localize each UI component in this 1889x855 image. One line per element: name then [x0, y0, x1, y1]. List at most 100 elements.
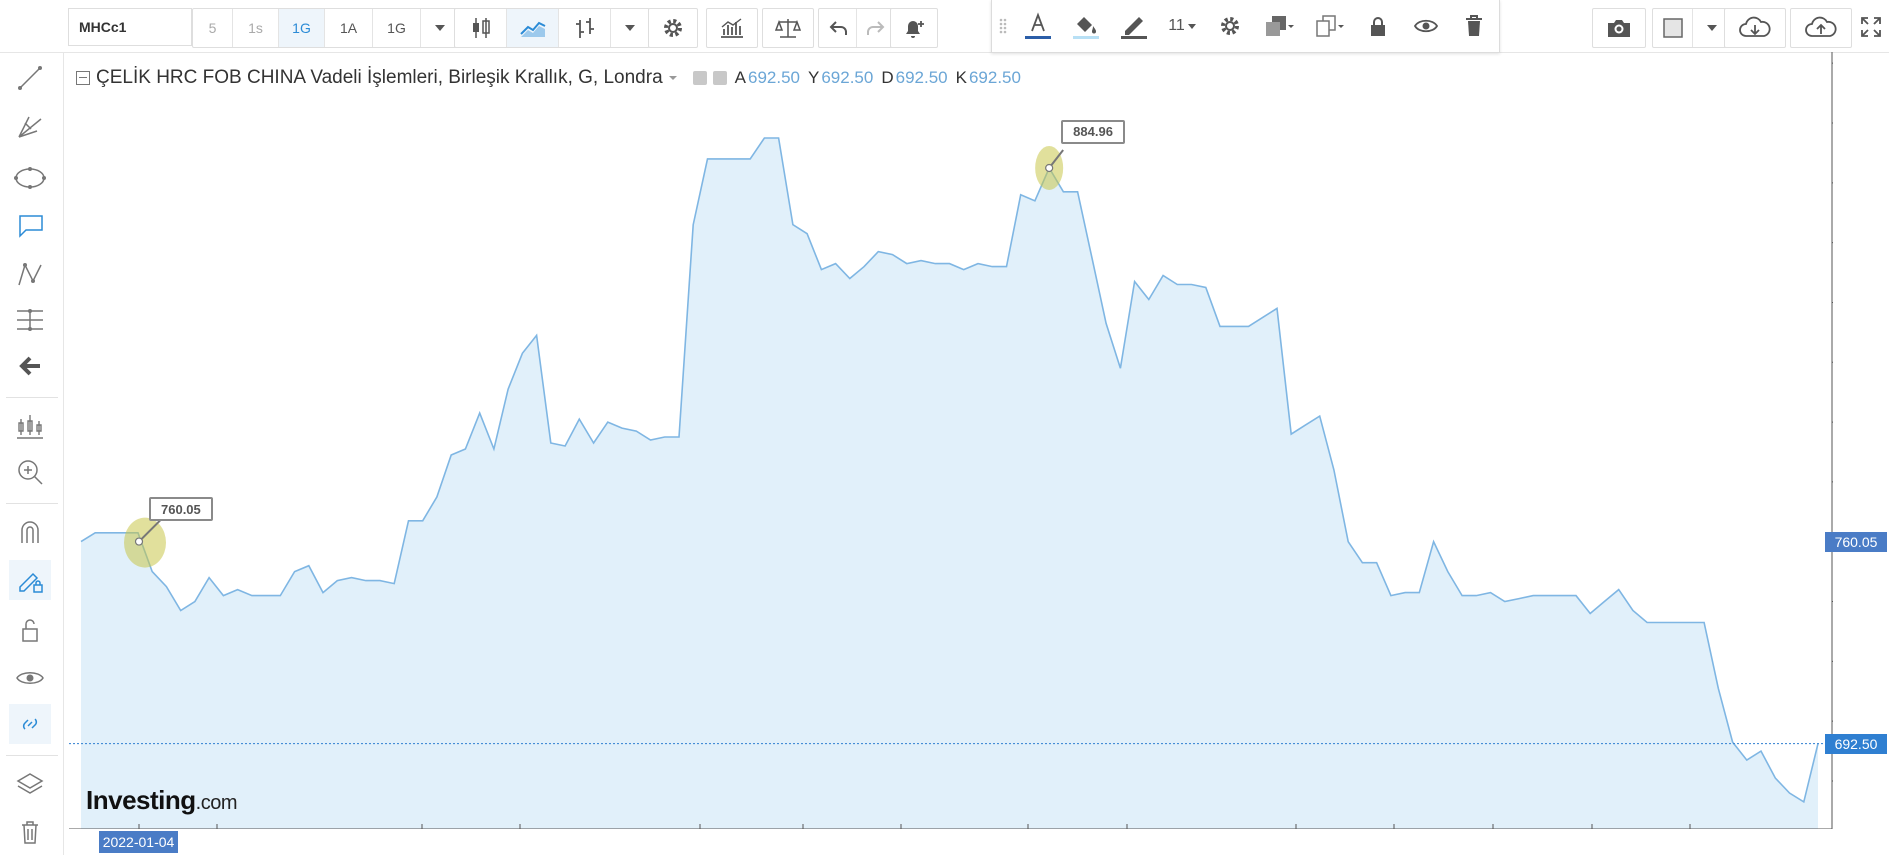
clone-drawing-button[interactable]: [1304, 1, 1354, 51]
chart-legend: ÇELİK HRC FOB CHINA Vadeli İşlemleri, Bi…: [76, 64, 1021, 92]
area-chart-icon: [519, 21, 545, 37]
history-group: [818, 8, 896, 48]
layout-button[interactable]: [1653, 9, 1693, 47]
chevron-down-icon[interactable]: [667, 74, 679, 82]
interval-1a[interactable]: 1A: [325, 9, 373, 47]
line-color-button[interactable]: [1110, 1, 1158, 51]
gear-icon: [1221, 17, 1239, 35]
chart-settings-button[interactable]: [649, 9, 697, 47]
copy-icon: [1316, 15, 1344, 37]
fill-color-button[interactable]: [1062, 1, 1110, 51]
text-color-icon: [1025, 12, 1051, 39]
zoom-in-icon[interactable]: [9, 452, 51, 492]
pattern-tool-icon[interactable]: [9, 254, 51, 294]
back-arrow-icon[interactable]: [9, 346, 51, 386]
magnet-icon[interactable]: [9, 512, 51, 552]
layout-square-icon: [1662, 18, 1683, 38]
interval-1g[interactable]: 1G: [373, 9, 421, 47]
trend-line-icon[interactable]: [9, 58, 51, 98]
bell-plus-icon: [906, 21, 924, 38]
ohlc-high-label: Y: [808, 68, 820, 87]
fullscreen-button[interactable]: [1852, 8, 1889, 46]
drawing-properties-toolbar: 11: [991, 0, 1500, 53]
area-series: [69, 137, 1832, 829]
font-size-value: 11: [1168, 17, 1185, 34]
ohlc-open-label: A: [734, 68, 746, 87]
ohlc-close-value: 692.50: [968, 68, 1021, 87]
low-marker-highlight: [124, 517, 166, 568]
lock-drawing-button[interactable]: [1354, 1, 1402, 51]
chevron-down-icon: [625, 25, 635, 31]
ellipse-shape-icon[interactable]: [9, 158, 51, 198]
low-price-callout[interactable]: 760.05: [149, 497, 213, 521]
scales-icon: [775, 19, 801, 38]
font-size-dropdown[interactable]: 11: [1158, 1, 1206, 51]
undo-button[interactable]: [819, 9, 857, 47]
drawing-settings-button[interactable]: [1206, 1, 1254, 51]
cloud-download-icon: [1739, 16, 1771, 37]
hide-drawing-button[interactable]: [1402, 1, 1450, 51]
ohlc-bars-icon: [575, 18, 594, 38]
add-alert-button[interactable]: [891, 9, 937, 47]
text-color-button[interactable]: [1014, 1, 1062, 51]
area-style-button[interactable]: [507, 9, 559, 47]
lock-drawings-pencil-icon[interactable]: [9, 560, 51, 600]
callout-annotation-icon[interactable]: [9, 206, 51, 246]
high-price-callout[interactable]: 884.96: [1061, 119, 1125, 144]
pencil-icon: [1121, 17, 1147, 39]
fib-levels-icon[interactable]: [9, 300, 51, 340]
symbol-search-input[interactable]: MHCc1: [68, 8, 192, 46]
interval-1s[interactable]: 1s: [233, 9, 279, 47]
chevron-down-icon: [1707, 25, 1717, 31]
collapse-legend-icon[interactable]: [76, 71, 90, 85]
alerts-group: [890, 8, 938, 48]
save-chart-button[interactable]: [1791, 9, 1851, 47]
drawing-tools-sidebar: [0, 0, 64, 855]
investing-logo: Investing.com: [86, 785, 237, 815]
link-icon[interactable]: [9, 704, 51, 744]
interval-5[interactable]: 5: [193, 9, 233, 47]
price-chart[interactable]: 920.00900.00880.00860.00840.00820.00800.…: [69, 52, 1833, 829]
drag-handle-icon[interactable]: [992, 1, 1014, 51]
bring-to-front-icon: [1266, 16, 1294, 36]
selected-date-label: 2022-01-04: [99, 831, 178, 853]
indicators-button[interactable]: [707, 9, 757, 47]
snapshot-button[interactable]: [1593, 9, 1645, 47]
candlestick-icon: [472, 18, 490, 38]
load-chart-button[interactable]: [1725, 9, 1785, 47]
ohlc-close-label: K: [955, 68, 967, 87]
gann-fan-icon[interactable]: [9, 108, 51, 148]
unlock-icon[interactable]: [9, 610, 51, 650]
visual-order-button[interactable]: [1254, 1, 1304, 51]
redo-icon: [867, 21, 885, 35]
undo-icon: [829, 21, 847, 35]
instrument-title[interactable]: ÇELİK HRC FOB CHINA Vadeli İşlemleri, Bi…: [96, 67, 663, 89]
layout-group: [1652, 8, 1732, 48]
trash-icon: [1466, 15, 1482, 36]
trash-icon[interactable]: [9, 812, 51, 852]
bars-style-button[interactable]: [559, 9, 611, 47]
series-settings-icon[interactable]: [712, 71, 727, 85]
ohlc-low-label: D: [881, 68, 894, 87]
delete-drawing-button[interactable]: [1450, 1, 1498, 51]
area-fill: [81, 138, 1818, 829]
hide-series-icon[interactable]: [692, 71, 707, 85]
low-marker-dot: [134, 537, 144, 546]
compare-button[interactable]: [763, 9, 813, 47]
gear-icon: [664, 19, 682, 37]
chart-style-group: [454, 8, 650, 48]
marker-price-tag: 760.05: [1825, 531, 1887, 552]
compare-group: [762, 8, 814, 48]
eye-icon: [1413, 19, 1439, 33]
layers-icon[interactable]: [9, 764, 51, 804]
snapshot-group: [1592, 8, 1646, 48]
indicators-chart-icon[interactable]: [9, 406, 51, 446]
eye-icon[interactable]: [9, 658, 51, 698]
interval-selector: 5 1s 1G 1A 1G: [192, 8, 460, 48]
camera-icon: [1608, 20, 1630, 37]
ohlc-open-value: 692.50: [748, 68, 800, 87]
interval-1g-active[interactable]: 1G: [279, 9, 325, 47]
price-axis: 920.00900.00880.00860.00840.00820.00800.…: [1831, 52, 1833, 829]
chart-style-dropdown[interactable]: [611, 9, 649, 47]
candles-style-button[interactable]: [455, 9, 507, 47]
